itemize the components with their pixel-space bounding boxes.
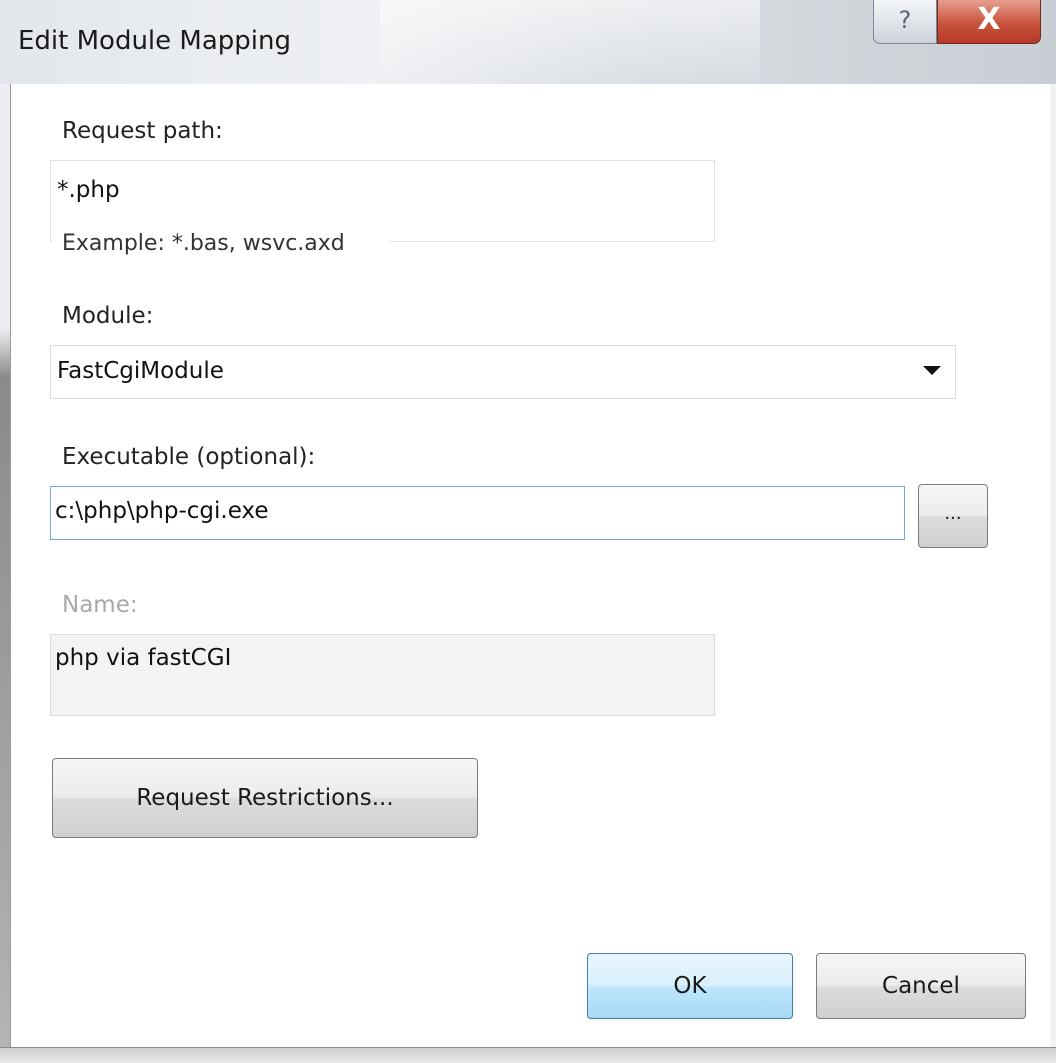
name-value: php via fastCGI — [55, 645, 232, 671]
title-bar-glare — [380, 0, 760, 84]
executable-value: c:\php\php-cgi.exe — [55, 498, 269, 524]
request-restrictions-button[interactable]: Request Restrictions... — [52, 758, 478, 838]
window-frame-right — [1050, 84, 1056, 1063]
close-icon: X — [977, 2, 1001, 37]
name-label: Name: — [62, 592, 138, 618]
executable-input[interactable]: c:\php\php-cgi.exe — [50, 486, 905, 540]
request-path-label: Request path: — [62, 118, 223, 144]
module-selected-value: FastCgiModule — [57, 358, 224, 384]
module-select[interactable]: FastCgiModule — [50, 345, 956, 399]
browse-button[interactable]: ... — [918, 484, 988, 548]
close-button[interactable]: X — [937, 0, 1041, 44]
help-button[interactable]: ? — [873, 0, 937, 44]
executable-label: Executable (optional): — [62, 444, 316, 470]
chevron-down-icon — [923, 366, 941, 375]
module-label: Module: — [62, 303, 154, 329]
cancel-button[interactable]: Cancel — [816, 953, 1026, 1019]
dialog-title: Edit Module Mapping — [18, 26, 291, 56]
name-field: php via fastCGI — [50, 634, 715, 716]
window-frame-left — [0, 84, 10, 1063]
request-path-example: Example: *.bas, wsvc.axd — [52, 225, 390, 263]
ok-button[interactable]: OK — [587, 953, 793, 1019]
help-icon: ? — [898, 6, 912, 34]
request-path-value: *.php — [57, 177, 120, 203]
window-frame-bottom — [0, 1047, 1056, 1063]
